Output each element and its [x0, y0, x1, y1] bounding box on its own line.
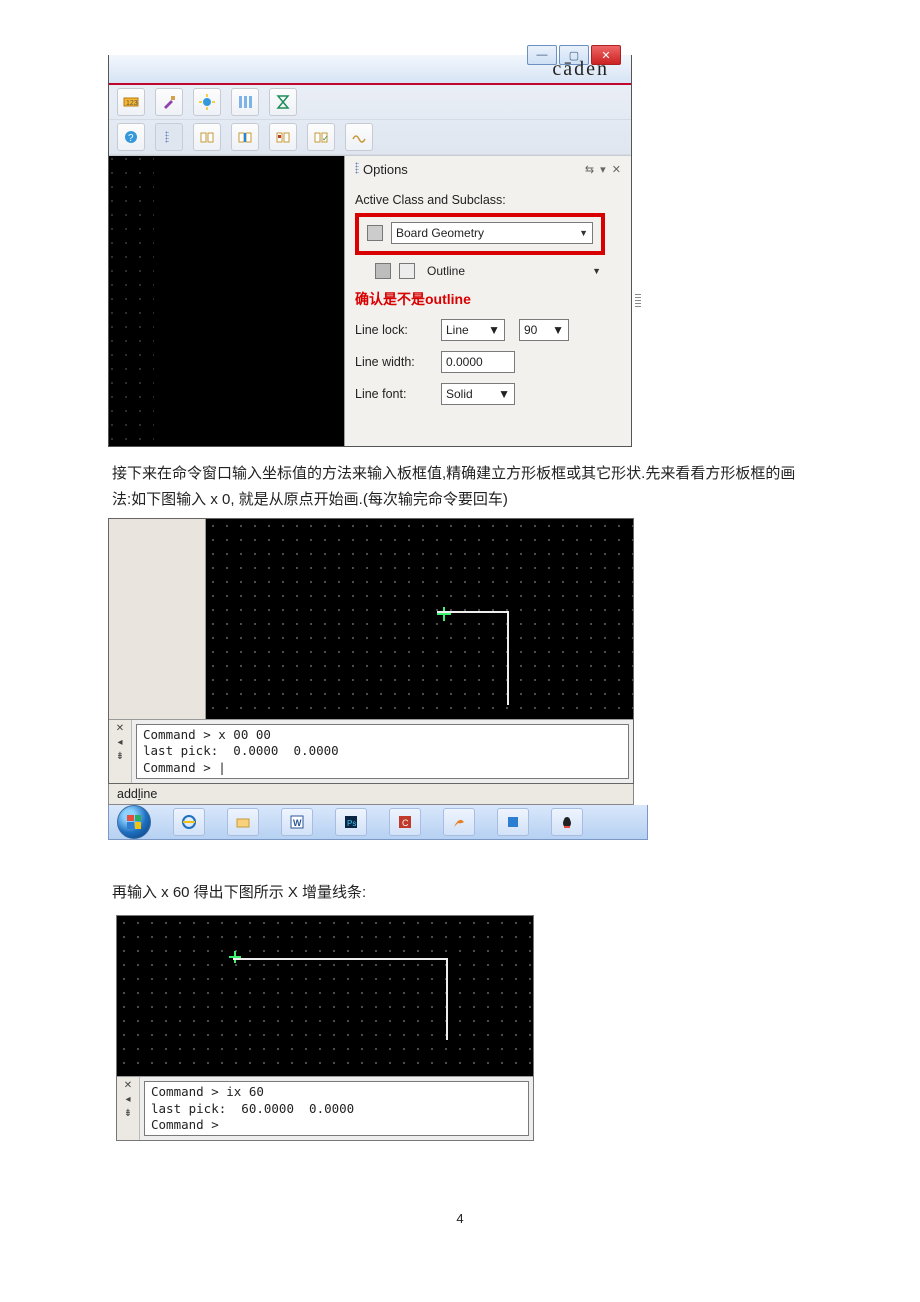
book3-icon[interactable] — [269, 123, 297, 151]
book4-icon[interactable]: ✓ — [307, 123, 335, 151]
paragraph-1: 接下来在命令窗口输入坐标值的方法来输入板框值,精确建立方形板框或其它形状.先来看… — [112, 461, 812, 512]
command-line: Command > ix 60 — [151, 1084, 522, 1100]
arrow-left-icon[interactable]: ◂ — [117, 737, 122, 748]
command-prompt[interactable]: Command > — [151, 1117, 522, 1133]
foxit-icon[interactable] — [443, 808, 475, 836]
outline-note: 确认是不是outline — [355, 289, 621, 309]
line-lock-angle-dropdown[interactable]: 90▼ — [519, 319, 569, 341]
book2-icon[interactable] — [231, 123, 259, 151]
subclass-value: Outline — [427, 264, 465, 278]
svg-text:Ps: Ps — [347, 819, 356, 828]
drawn-segment-h — [233, 958, 445, 960]
svg-text:W: W — [293, 818, 302, 828]
brand-logo: cāden — [552, 58, 609, 81]
pin-icon[interactable]: ⇟ — [124, 1108, 132, 1119]
drawn-segment-v — [507, 611, 509, 705]
line-lock-label: Line lock: — [355, 323, 427, 337]
active-class-label: Active Class and Subclass: — [355, 193, 621, 207]
panel-controls[interactable]: ⇆ ▾ ✕ — [585, 163, 621, 176]
left-sidebar — [109, 519, 206, 719]
pin-icon[interactable]: ⇟ — [116, 751, 124, 762]
options-panel: Options ⇆ ▾ ✕ Active Class and Subclass:… — [344, 156, 631, 446]
photoshop-icon[interactable]: Ps — [335, 808, 367, 836]
line-font-dropdown[interactable]: Solid▼ — [441, 383, 515, 405]
windows-taskbar: W Ps C — [108, 805, 648, 840]
command-console[interactable]: Command > ix 60 last pick: 60.0000 0.000… — [144, 1081, 529, 1136]
chevron-down-icon: ▼ — [579, 228, 588, 238]
drawn-segment-h — [437, 611, 507, 613]
tool-icon[interactable]: 123 — [117, 88, 145, 116]
svg-text:123: 123 — [126, 100, 138, 107]
class-value: Board Geometry — [396, 226, 484, 240]
app-icon-red[interactable]: C — [389, 808, 421, 836]
explorer-icon[interactable] — [227, 808, 259, 836]
close-icon[interactable]: ✕ — [116, 723, 124, 734]
app-icon-blue[interactable] — [497, 808, 529, 836]
chevron-down-icon: ▼ — [592, 266, 601, 276]
qq-icon[interactable] — [551, 808, 583, 836]
class-dropdown[interactable]: Board Geometry ▼ — [391, 222, 593, 244]
close-icon[interactable]: ✕ — [124, 1080, 132, 1091]
word-icon[interactable]: W — [281, 808, 313, 836]
subclass-vis-swatch[interactable] — [375, 263, 391, 279]
page-number: 4 — [0, 1211, 920, 1226]
columns-icon[interactable] — [231, 88, 259, 116]
command-panel-controls[interactable]: ✕ ◂ ⇟ — [117, 1077, 140, 1140]
book1-icon[interactable] — [193, 123, 221, 151]
line-width-label: Line width: — [355, 355, 427, 369]
line-font-label: Line font: — [355, 387, 427, 401]
drawn-segment-v — [446, 958, 448, 1040]
command-line: last pick: 60.0000 0.0000 — [151, 1101, 522, 1117]
arrow-left-icon[interactable]: ◂ — [125, 1094, 130, 1105]
svg-text:C: C — [402, 818, 409, 828]
sun-icon[interactable] — [193, 88, 221, 116]
command-line: last pick: 0.0000 0.0000 — [143, 743, 622, 759]
subclass-color-swatch[interactable] — [399, 263, 415, 279]
wave-icon[interactable] — [345, 123, 373, 151]
command-prompt[interactable]: Command > — [143, 760, 622, 776]
hourglass-icon[interactable] — [269, 88, 297, 116]
options-screenshot: — ▢ ✕ cāden 123 ? ✓ — [108, 55, 632, 447]
line-lock-mode-dropdown[interactable]: Line▼ — [441, 319, 505, 341]
line-width-input[interactable]: 0.0000 — [441, 351, 515, 373]
class-color-swatch[interactable] — [367, 225, 383, 241]
brush-icon[interactable] — [155, 88, 183, 116]
origin-marker-icon — [437, 607, 451, 621]
svg-text:?: ? — [128, 133, 134, 144]
resize-grip-icon[interactable] — [635, 294, 641, 308]
command-line: Command > x 00 00 — [143, 727, 622, 743]
grip-icon — [155, 123, 183, 151]
toolbar-area: 123 ? ✓ — [109, 85, 631, 156]
ie-icon[interactable] — [173, 808, 205, 836]
class-highlight-box: Board Geometry ▼ — [355, 213, 605, 255]
command-screenshot-1: ✕ ◂ ⇟ Command > x 00 00 last pick: 0.000… — [108, 518, 634, 784]
paragraph-2: 再输入 x 60 得出下图所示 X 增量线条: — [112, 880, 812, 906]
design-canvas[interactable] — [117, 916, 533, 1076]
svg-text:✓: ✓ — [322, 134, 329, 143]
design-canvas[interactable] — [109, 156, 344, 446]
help-icon[interactable]: ? — [117, 123, 145, 151]
window-titlebar: — ▢ ✕ cāden — [109, 55, 631, 85]
command-console[interactable]: Command > x 00 00 last pick: 0.0000 0.00… — [136, 724, 629, 779]
design-canvas[interactable] — [206, 519, 633, 719]
command-screenshot-2: ✕ ◂ ⇟ Command > ix 60 last pick: 60.0000… — [116, 915, 534, 1141]
start-button[interactable] — [117, 805, 151, 839]
status-bar: add line — [108, 784, 634, 805]
options-title: Options — [363, 162, 408, 177]
subclass-dropdown[interactable]: Outline ▼ — [423, 261, 605, 281]
command-panel-controls[interactable]: ✕ ◂ ⇟ — [109, 720, 132, 783]
